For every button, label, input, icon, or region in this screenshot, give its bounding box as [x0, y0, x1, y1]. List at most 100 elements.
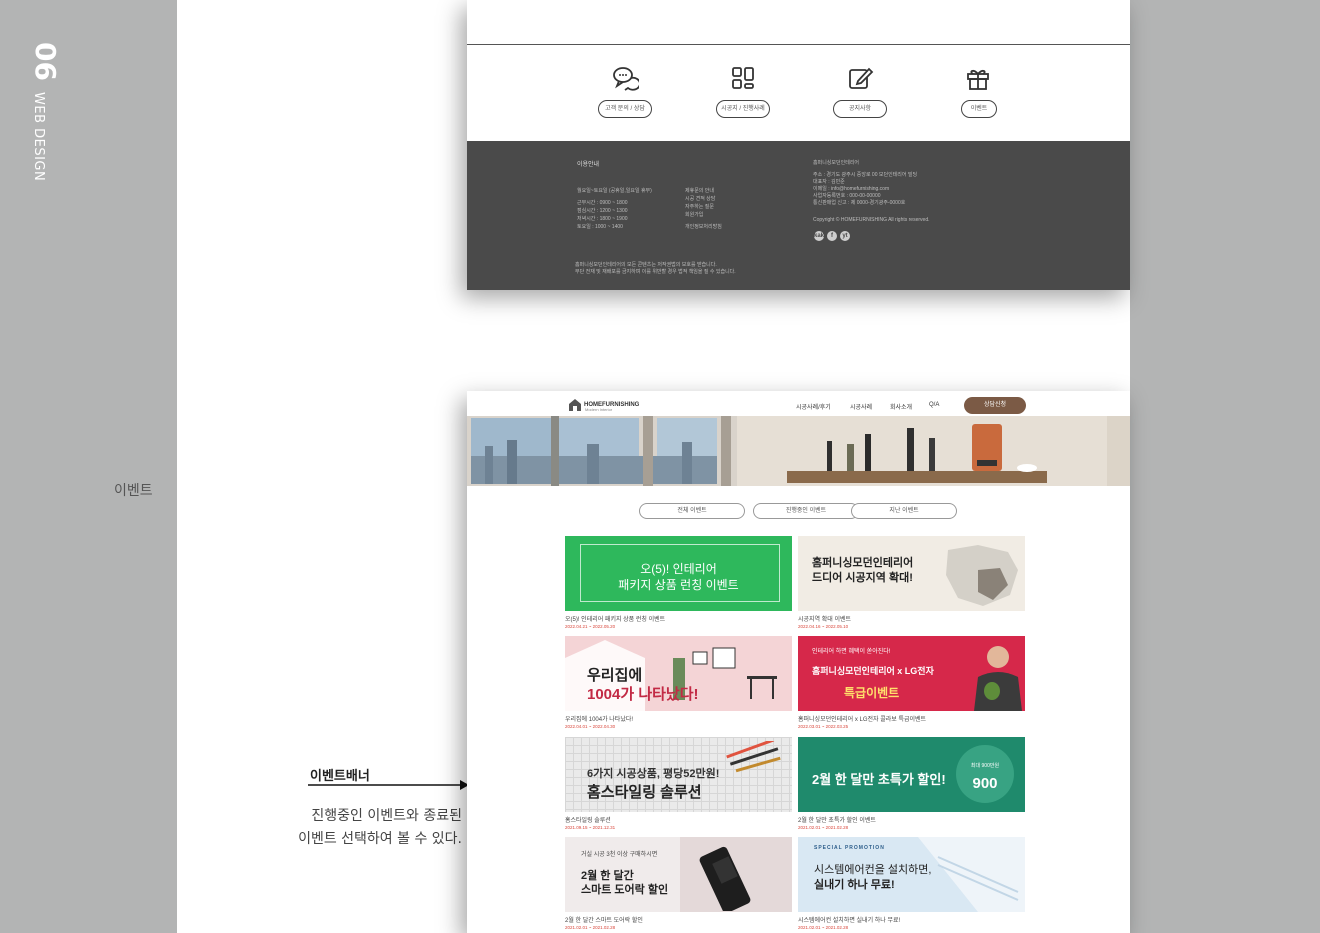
banner-kicker: 거실 시공 3천 이상 구매하시면 [581, 852, 658, 858]
nav-item-cases[interactable]: 시공사례 [850, 402, 872, 411]
section-title: WEB DESIGN [31, 92, 46, 182]
hours-line: 토요일 : 1000 ~ 1400 [577, 224, 623, 230]
person-photo [974, 646, 1022, 711]
banner-big-number: 900 [972, 775, 998, 792]
footer-link[interactable]: 시공 견적 상담 [685, 195, 715, 202]
event-caption: 시스템에어컨 설치하면 실내기 하나 무료! [798, 918, 901, 924]
service-edit [832, 64, 888, 92]
banner-badge: 최대 900만원 [970, 763, 1000, 769]
service-gift [950, 64, 1006, 92]
event-date: 2022.03.01 ~ 2022.03.25 [798, 724, 849, 729]
footer-link[interactable]: 자주하는 질문 [685, 203, 714, 210]
banner-line-2: 스마트 도어락 할인 [581, 884, 669, 896]
banner-line-1: 시스템에어컨을 설치하면, [814, 864, 932, 876]
chat-bubbles-icon [613, 67, 639, 91]
section-number: 06 [29, 42, 62, 81]
service-chat [597, 64, 653, 92]
hero-image [467, 416, 1130, 486]
event-card[interactable]: 인테리어 하면 혜택이 쏟아진다! 홈퍼니싱모던인테리어 x LG전자 특급이벤… [798, 636, 1025, 729]
event-banner: 최대 900만원 900 2월 한 달만 초특가 할인! [798, 737, 1025, 812]
event-caption: 오(5)! 인테리어 패키지 상품 런칭 이벤트 [565, 617, 666, 623]
event-date: 2021.02.01 ~ 2021.02.28 [798, 825, 849, 830]
banner-line-1: 6가지 시공상품, 평당52만원! [587, 768, 720, 780]
service-btn-consult[interactable]: 고객 문의 / 상담 [598, 100, 652, 118]
banner-line-1: 오(5)! 인테리어 [640, 562, 717, 576]
hours-title: 월요일~토요일 (공휴일,일요일 휴무) [577, 188, 652, 194]
event-date: 2021.02.01 ~ 2021.02.28 [798, 925, 849, 930]
right-margin [1130, 0, 1320, 933]
gift-icon [967, 69, 989, 90]
company-line: 사업자등록번호 : 000-00-00000 [813, 193, 881, 199]
event-caption: 홈퍼니싱모던인테리어 x LG전자 콜라보 특급이벤트 [798, 717, 927, 723]
hours-line: 저녁시간 : 1800 ~ 1900 [577, 216, 628, 222]
facebook-icon[interactable]: f [827, 231, 837, 241]
service-btn-notice[interactable]: 공지사항 [833, 100, 887, 118]
event-date: 2022.04.21 ~ 2022.05.20 [565, 624, 616, 629]
event-banner: 오(5)! 인테리어 패키지 상품 런칭 이벤트 [565, 536, 792, 611]
annotation-line-1: 진행중인 이벤트와 종료된 [311, 808, 462, 824]
event-card[interactable]: 거실 시공 3천 이상 구매하시면 2월 한 달간 스마트 도어락 할인 2월 … [565, 837, 792, 930]
banner-line-2: 실내기 하나 무료! [814, 879, 895, 891]
event-date: 2022.04.01 ~ 2022.04.30 [565, 724, 616, 729]
banner-line-2: 특급이벤트 [844, 686, 900, 700]
event-page-mockup: HOMEFURNISHING Modern Interior 시공사례/후기 시… [467, 391, 1130, 933]
divider [467, 44, 1130, 45]
hours-line: 점심시간 : 1200 ~ 1300 [577, 208, 628, 214]
service-btn-cases[interactable]: 시공지 / 진행사례 [716, 100, 770, 118]
youtube-icon[interactable]: yt [840, 231, 850, 241]
event-banner: 거실 시공 3천 이상 구매하시면 2월 한 달간 스마트 도어락 할인 [565, 837, 792, 912]
map-icon [946, 545, 1018, 606]
annotation-line-2: 이벤트 선택하여 볼 수 있다. [298, 831, 462, 847]
banner-kicker: SPECIAL PROMOTION [814, 845, 885, 851]
footer-link[interactable]: 회원가입 [685, 211, 703, 218]
event-card[interactable]: 홈퍼니싱모던인테리어 드디어 시공지역 확대! 시공지역 확대 이벤트 2022… [798, 536, 1025, 629]
event-caption: 홈스타일링 솔루션 [565, 818, 611, 824]
guide-title: 이용안내 [577, 162, 600, 168]
nav-item-qa[interactable]: Q/A [929, 402, 939, 408]
event-card[interactable]: 6가지 시공상품, 평당52만원! 홈스타일링 솔루션 홈스타일링 솔루션 20… [565, 737, 792, 830]
footer-link[interactable]: 제휴문의 안내 [685, 187, 714, 194]
footer-link[interactable]: 개인정보처리방침 [685, 223, 722, 230]
footer-notice: 홈퍼니싱모던인테리어의 모든 콘텐츠는 저작권법의 보호를 받습니다. [575, 262, 717, 268]
company-line: 이메일 : info@homefurnishing.com [813, 186, 890, 192]
annotation-description: 진행중인 이벤트와 종료된 이벤트 선택하여 볼 수 있다. [250, 805, 462, 851]
logo-subtitle: Modern Interior [585, 407, 613, 412]
event-banner: 홈퍼니싱모던인테리어 드디어 시공지역 확대! [798, 536, 1025, 611]
event-banner: 우리집에 1004가 나타났다! [565, 636, 792, 711]
event-caption: 시공지역 확대 이벤트 [798, 617, 852, 623]
edit-icon [849, 67, 874, 89]
nav-item-about[interactable]: 회사소개 [890, 402, 912, 411]
service-grid [715, 64, 771, 92]
event-banner: 6가지 시공상품, 평당52만원! 홈스타일링 솔루션 [565, 737, 792, 812]
footer-notice: 무단 전재 및 재배포를 금지하며 이를 위반할 경우 법적 책임을 질 수 있… [575, 269, 736, 275]
consult-button[interactable]: 상담신청 [964, 397, 1026, 414]
tab-ongoing[interactable]: 진행중인 이벤트 [753, 503, 859, 519]
site-footer: 이용안내 월요일~토요일 (공휴일,일요일 휴무) 근무시간 : 0900 ~ … [467, 141, 1130, 290]
event-date: 2021.09.15 ~ 2021.12.31 [565, 825, 616, 830]
banner-line-2: 홈스타일링 솔루션 [587, 784, 702, 801]
event-caption: 2월 한 달만 초특가 할인 이벤트 [798, 818, 876, 824]
kakao-icon[interactable]: kakao [814, 231, 831, 241]
banner-line-2: 패키지 상품 런칭 이벤트 [618, 578, 739, 592]
event-card[interactable]: 오(5)! 인테리어 패키지 상품 런칭 이벤트 오(5)! 인테리어 패키지 … [565, 536, 792, 629]
banner-line-1: 2월 한 달만 초특가 할인! [812, 772, 946, 787]
event-date: 2021.02.01 ~ 2021.02.28 [565, 925, 616, 930]
event-card[interactable]: SPECIAL PROMOTION 시스템에어컨을 설치하면, 실내기 하나 무… [798, 837, 1025, 930]
copyright: Copyright © HOMEFURNISHING All rights re… [813, 217, 930, 223]
annotation-arrow-icon [308, 780, 469, 790]
company-line: 대표자 : 김민준 [813, 179, 845, 185]
banner-line-2: 1004가 나타났다! [587, 686, 699, 703]
event-card[interactable]: 최대 900만원 900 2월 한 달만 초특가 할인! 2월 한 달만 초특가… [798, 737, 1025, 830]
service-btn-event[interactable]: 이벤트 [961, 100, 997, 118]
tab-past[interactable]: 지난 이벤트 [851, 503, 957, 519]
tab-all[interactable]: 전체 이벤트 [639, 503, 745, 519]
house-logo-icon [569, 399, 581, 411]
nav-item-reviews[interactable]: 시공사례/후기 [796, 402, 831, 411]
company-line: 통신판매업 신고 : 제 0000-경기광주-0000호 [813, 200, 906, 206]
banner-kicker: 인테리어 하면 혜택이 쏟아진다! [812, 649, 891, 655]
event-card[interactable]: 우리집에 1004가 나타났다! 우리집에 1004가 나타났다! 2022.0… [565, 636, 792, 729]
footer-mockup: 고객 문의 / 상담 시공지 / 진행사례 공지사항 이벤트 이용안내 월요일~… [467, 0, 1130, 290]
event-caption: 우리집에 1004가 나타났다! [565, 717, 634, 723]
banner-line-2: 드디어 시공지역 확대! [812, 572, 913, 584]
hours-line: 근무시간 : 0900 ~ 1800 [577, 200, 628, 206]
